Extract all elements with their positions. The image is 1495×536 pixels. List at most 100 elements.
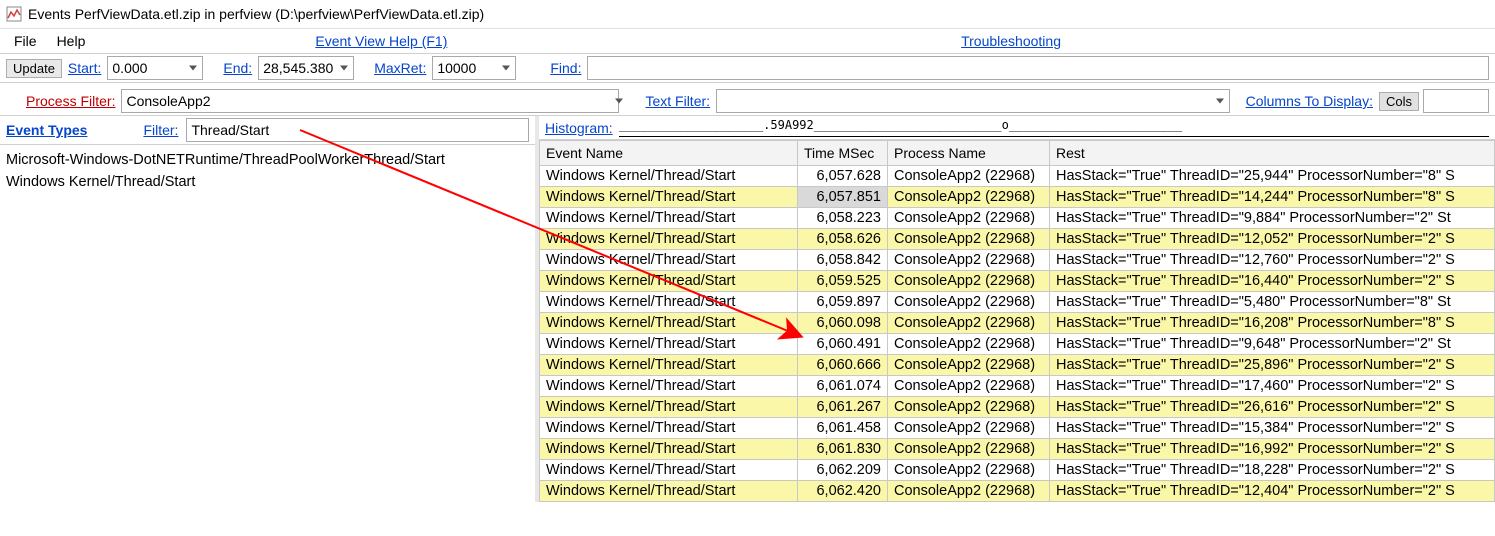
cell-rest[interactable]: HasStack="True" ThreadID="12,760" Proces… <box>1050 250 1495 271</box>
cell-process[interactable]: ConsoleApp2 (22968) <box>888 355 1050 376</box>
cell-process[interactable]: ConsoleApp2 (22968) <box>888 292 1050 313</box>
cell-rest[interactable]: HasStack="True" ThreadID="26,616" Proces… <box>1050 397 1495 418</box>
cell-rest[interactable]: HasStack="True" ThreadID="5,480" Process… <box>1050 292 1495 313</box>
cell-rest[interactable]: HasStack="True" ThreadID="12,404" Proces… <box>1050 481 1495 502</box>
cell-time[interactable]: 6,062.209 <box>798 460 888 481</box>
table-row[interactable]: Windows Kernel/Thread/Start6,062.420Cons… <box>540 481 1495 502</box>
process-filter-label[interactable]: Process Filter: <box>24 93 117 109</box>
cell-event[interactable]: Windows Kernel/Thread/Start <box>540 334 798 355</box>
cell-process[interactable]: ConsoleApp2 (22968) <box>888 313 1050 334</box>
table-row[interactable]: Windows Kernel/Thread/Start6,059.897Cons… <box>540 292 1495 313</box>
cell-process[interactable]: ConsoleApp2 (22968) <box>888 271 1050 292</box>
cell-event[interactable]: Windows Kernel/Thread/Start <box>540 481 798 502</box>
menu-help[interactable]: Help <box>47 31 96 51</box>
cell-event[interactable]: Windows Kernel/Thread/Start <box>540 460 798 481</box>
histogram-label[interactable]: Histogram: <box>545 120 613 136</box>
end-label[interactable]: End: <box>221 60 254 76</box>
cell-time[interactable]: 6,057.628 <box>798 166 888 187</box>
cell-rest[interactable]: HasStack="True" ThreadID="25,944" Proces… <box>1050 166 1495 187</box>
find-input[interactable] <box>587 56 1489 80</box>
cell-time[interactable]: 6,061.074 <box>798 376 888 397</box>
cell-time[interactable]: 6,060.666 <box>798 355 888 376</box>
histogram-box[interactable]: ____________________.59A992_____________… <box>619 118 1489 137</box>
cell-process[interactable]: ConsoleApp2 (22968) <box>888 460 1050 481</box>
cell-process[interactable]: ConsoleApp2 (22968) <box>888 334 1050 355</box>
col-header-event[interactable]: Event Name <box>540 141 798 166</box>
table-row[interactable]: Windows Kernel/Thread/Start6,059.525Cons… <box>540 271 1495 292</box>
cell-time[interactable]: 6,061.830 <box>798 439 888 460</box>
cols-input[interactable] <box>1423 89 1489 113</box>
cell-process[interactable]: ConsoleApp2 (22968) <box>888 397 1050 418</box>
cell-event[interactable]: Windows Kernel/Thread/Start <box>540 355 798 376</box>
table-row[interactable]: Windows Kernel/Thread/Start6,057.851Cons… <box>540 187 1495 208</box>
cell-event[interactable]: Windows Kernel/Thread/Start <box>540 292 798 313</box>
cell-event[interactable]: Windows Kernel/Thread/Start <box>540 397 798 418</box>
cell-event[interactable]: Windows Kernel/Thread/Start <box>540 313 798 334</box>
table-row[interactable]: Windows Kernel/Thread/Start6,058.626Cons… <box>540 229 1495 250</box>
cell-rest[interactable]: HasStack="True" ThreadID="9,648" Process… <box>1050 334 1495 355</box>
table-row[interactable]: Windows Kernel/Thread/Start6,060.491Cons… <box>540 334 1495 355</box>
cell-process[interactable]: ConsoleApp2 (22968) <box>888 229 1050 250</box>
cell-time[interactable]: 6,061.458 <box>798 418 888 439</box>
cell-event[interactable]: Windows Kernel/Thread/Start <box>540 418 798 439</box>
event-type-item[interactable]: Microsoft-Windows-DotNETRuntime/ThreadPo… <box>6 149 529 171</box>
cell-rest[interactable]: HasStack="True" ThreadID="25,896" Proces… <box>1050 355 1495 376</box>
col-header-time[interactable]: Time MSec <box>798 141 888 166</box>
event-type-list[interactable]: Microsoft-Windows-DotNETRuntime/ThreadPo… <box>0 145 535 197</box>
cell-process[interactable]: ConsoleApp2 (22968) <box>888 439 1050 460</box>
cell-rest[interactable]: HasStack="True" ThreadID="16,208" Proces… <box>1050 313 1495 334</box>
cell-event[interactable]: Windows Kernel/Thread/Start <box>540 439 798 460</box>
cell-rest[interactable]: HasStack="True" ThreadID="17,460" Proces… <box>1050 376 1495 397</box>
process-filter-input[interactable] <box>121 89 619 113</box>
cell-event[interactable]: Windows Kernel/Thread/Start <box>540 229 798 250</box>
cell-time[interactable]: 6,060.491 <box>798 334 888 355</box>
table-row[interactable]: Windows Kernel/Thread/Start6,061.267Cons… <box>540 397 1495 418</box>
cell-time[interactable]: 6,062.420 <box>798 481 888 502</box>
cell-event[interactable]: Windows Kernel/Thread/Start <box>540 166 798 187</box>
cell-process[interactable]: ConsoleApp2 (22968) <box>888 208 1050 229</box>
table-row[interactable]: Windows Kernel/Thread/Start6,061.458Cons… <box>540 418 1495 439</box>
cell-time[interactable]: 6,060.098 <box>798 313 888 334</box>
cell-time[interactable]: 6,061.267 <box>798 397 888 418</box>
table-row[interactable]: Windows Kernel/Thread/Start6,060.666Cons… <box>540 355 1495 376</box>
find-label[interactable]: Find: <box>548 60 583 76</box>
update-button[interactable]: Update <box>6 59 62 78</box>
table-row[interactable]: Windows Kernel/Thread/Start6,058.842Cons… <box>540 250 1495 271</box>
start-input[interactable] <box>107 56 203 80</box>
text-filter-label[interactable]: Text Filter: <box>643 93 712 109</box>
events-grid[interactable]: Event Name Time MSec Process Name Rest W… <box>539 140 1495 502</box>
cell-event[interactable]: Windows Kernel/Thread/Start <box>540 271 798 292</box>
start-label[interactable]: Start: <box>66 60 103 76</box>
cell-rest[interactable]: HasStack="True" ThreadID="16,992" Proces… <box>1050 439 1495 460</box>
maxret-input[interactable] <box>432 56 516 80</box>
table-row[interactable]: Windows Kernel/Thread/Start6,062.209Cons… <box>540 460 1495 481</box>
table-row[interactable]: Windows Kernel/Thread/Start6,061.830Cons… <box>540 439 1495 460</box>
cols-button[interactable]: Cols <box>1379 92 1419 111</box>
table-row[interactable]: Windows Kernel/Thread/Start6,060.098Cons… <box>540 313 1495 334</box>
table-row[interactable]: Windows Kernel/Thread/Start6,058.223Cons… <box>540 208 1495 229</box>
cell-event[interactable]: Windows Kernel/Thread/Start <box>540 208 798 229</box>
col-header-process[interactable]: Process Name <box>888 141 1050 166</box>
cell-time[interactable]: 6,059.897 <box>798 292 888 313</box>
link-event-view-help[interactable]: Event View Help (F1) <box>305 31 457 51</box>
table-row[interactable]: Windows Kernel/Thread/Start6,061.074Cons… <box>540 376 1495 397</box>
cell-process[interactable]: ConsoleApp2 (22968) <box>888 166 1050 187</box>
columns-to-display-label[interactable]: Columns To Display: <box>1244 93 1375 109</box>
cell-time[interactable]: 6,058.223 <box>798 208 888 229</box>
cell-process[interactable]: ConsoleApp2 (22968) <box>888 187 1050 208</box>
col-header-rest[interactable]: Rest <box>1050 141 1495 166</box>
table-row[interactable]: Windows Kernel/Thread/Start6,057.628Cons… <box>540 166 1495 187</box>
menu-file[interactable]: File <box>4 31 47 51</box>
event-types-filter-input[interactable] <box>186 118 529 142</box>
event-type-item[interactable]: Windows Kernel/Thread/Start <box>6 171 529 193</box>
event-types-title[interactable]: Event Types <box>6 122 87 138</box>
cell-time[interactable]: 6,058.842 <box>798 250 888 271</box>
link-troubleshooting[interactable]: Troubleshooting <box>951 31 1071 51</box>
text-filter-input[interactable] <box>716 89 1230 113</box>
cell-rest[interactable]: HasStack="True" ThreadID="12,052" Proces… <box>1050 229 1495 250</box>
cell-event[interactable]: Windows Kernel/Thread/Start <box>540 376 798 397</box>
cell-rest[interactable]: HasStack="True" ThreadID="14,244" Proces… <box>1050 187 1495 208</box>
cell-event[interactable]: Windows Kernel/Thread/Start <box>540 250 798 271</box>
cell-process[interactable]: ConsoleApp2 (22968) <box>888 481 1050 502</box>
cell-process[interactable]: ConsoleApp2 (22968) <box>888 250 1050 271</box>
